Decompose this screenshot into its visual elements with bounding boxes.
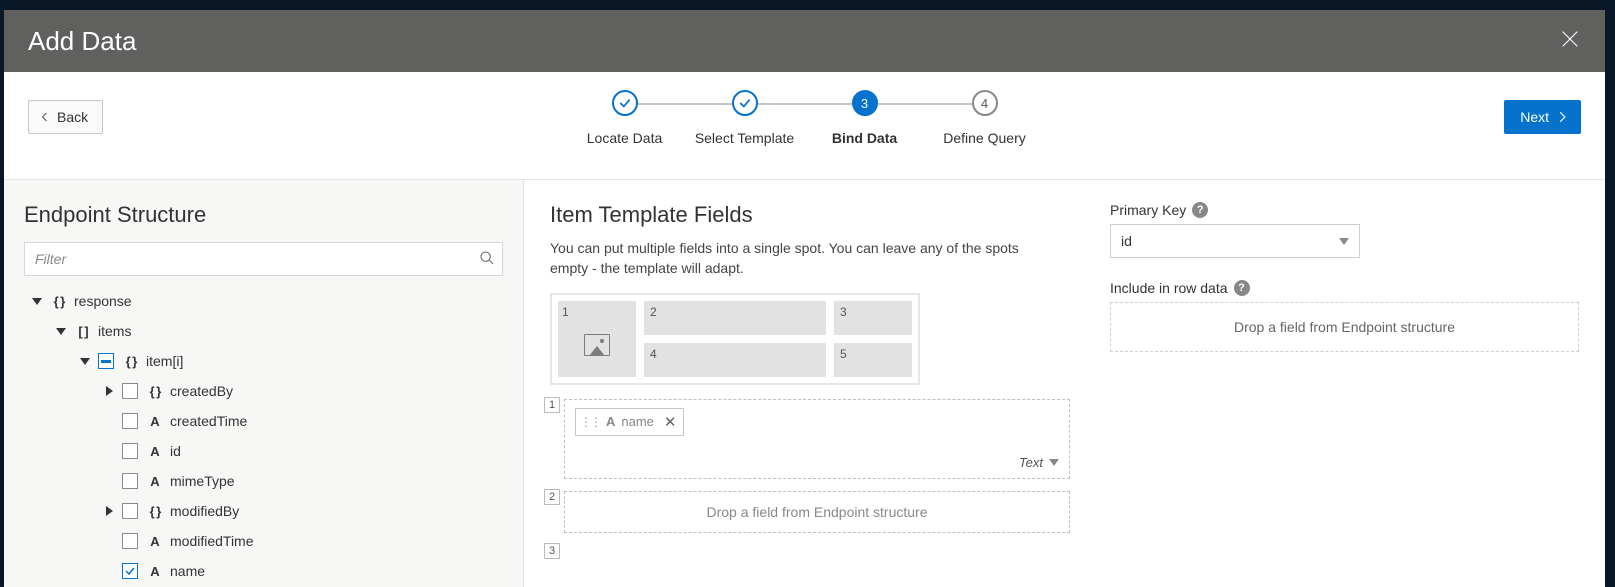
chevron-down-icon — [1339, 236, 1349, 246]
collapse-icon[interactable] — [54, 324, 68, 338]
tree-node-modifiedtime[interactable]: modifiedTime — [24, 526, 503, 556]
primary-key-select[interactable]: id — [1110, 224, 1360, 258]
field-drop-zones: 1 ⋮⋮ A name ✕ Text — [550, 399, 1070, 533]
expand-icon[interactable] — [102, 504, 116, 518]
slot-5[interactable]: 5 — [834, 343, 912, 377]
check-icon — [618, 96, 632, 110]
string-icon — [146, 534, 164, 549]
remove-tag-icon[interactable]: ✕ — [664, 413, 677, 431]
endpoint-tree: response items item[i] creat — [24, 286, 503, 586]
row-data-label: Include in row data ? — [1110, 280, 1579, 296]
field-slot-1: 1 ⋮⋮ A name ✕ Text — [550, 399, 1070, 479]
string-icon — [146, 414, 164, 429]
checkbox[interactable] — [122, 443, 138, 459]
dialog-header: Add Data — [4, 10, 1605, 72]
back-button[interactable]: Back — [28, 100, 103, 134]
template-fields-desc: You can put multiple fields into a singl… — [550, 238, 1030, 279]
check-icon — [738, 96, 752, 110]
tree-node-item[interactable]: item[i] — [24, 346, 503, 376]
endpoint-structure-pane: Endpoint Structure response items — [4, 180, 524, 587]
next-label: Next — [1520, 109, 1549, 125]
array-icon — [74, 324, 92, 339]
filter-input[interactable] — [24, 242, 503, 276]
collapse-icon[interactable] — [78, 354, 92, 368]
checkbox-checked[interactable] — [122, 563, 138, 579]
slot-4[interactable]: 4 — [644, 343, 826, 377]
object-icon — [146, 504, 164, 519]
search-icon[interactable] — [479, 250, 495, 271]
object-icon — [50, 294, 68, 309]
slot-1[interactable]: 1 — [558, 301, 636, 377]
field-slot-2: 2 Drop a field from Endpoint structure — [550, 491, 1070, 533]
tree-node-mimetype[interactable]: mimeType — [24, 466, 503, 496]
endpoint-structure-heading: Endpoint Structure — [24, 202, 503, 228]
wizard-step-locate-data[interactable]: Locate Data — [564, 90, 686, 146]
chevron-left-icon — [39, 111, 51, 123]
template-fields-heading: Item Template Fields — [550, 202, 1070, 228]
string-icon — [146, 444, 164, 459]
checkbox[interactable] — [122, 503, 138, 519]
template-slot-preview: 1 2 3 4 5 — [550, 293, 920, 385]
field-type-select[interactable]: Text — [1019, 437, 1059, 470]
wizard-step-select-template[interactable]: Select Template — [684, 90, 806, 146]
object-icon — [122, 354, 140, 369]
add-data-dialog: Add Data Back Locate Data Select Templat… — [4, 10, 1605, 587]
dialog-title: Add Data — [28, 26, 136, 57]
tree-node-name[interactable]: name — [24, 556, 503, 586]
collapse-icon[interactable] — [30, 294, 44, 308]
wizard-step-bind-data[interactable]: 3 Bind Data — [804, 90, 926, 146]
checkbox[interactable] — [122, 473, 138, 489]
filter-field — [24, 242, 503, 276]
close-icon[interactable] — [1559, 28, 1581, 55]
side-column: Primary Key ? id Include in row data ? D… — [1110, 202, 1579, 565]
wizard-step-define-query[interactable]: 4 Define Query — [924, 90, 1046, 146]
expand-icon[interactable] — [102, 384, 116, 398]
template-main-column: Item Template Fields You can put multipl… — [550, 202, 1070, 565]
slot-3[interactable]: 3 — [834, 301, 912, 335]
tree-node-modifiedby[interactable]: modifiedBy — [24, 496, 503, 526]
checkbox[interactable] — [122, 413, 138, 429]
drop-zone-2[interactable]: Drop a field from Endpoint structure — [564, 491, 1070, 533]
help-icon[interactable]: ? — [1192, 202, 1208, 218]
tree-node-id[interactable]: id — [24, 436, 503, 466]
drop-zone-1[interactable]: ⋮⋮ A name ✕ Text — [564, 399, 1070, 479]
topbar: Back Locate Data Select Template 3 Bind … — [4, 72, 1605, 180]
object-icon — [146, 384, 164, 399]
string-icon — [146, 474, 164, 489]
string-icon — [146, 564, 164, 579]
slot-2[interactable]: 2 — [644, 301, 826, 335]
chevron-right-icon — [1555, 110, 1569, 124]
string-icon: A — [606, 414, 615, 429]
checkbox[interactable] — [122, 533, 138, 549]
field-tag-name[interactable]: ⋮⋮ A name ✕ — [575, 408, 684, 436]
tree-node-items[interactable]: items — [24, 316, 503, 346]
next-button[interactable]: Next — [1504, 100, 1581, 134]
drag-handle-icon[interactable]: ⋮⋮ — [580, 415, 600, 429]
wizard-steps: Locate Data Select Template 3 Bind Data … — [564, 90, 1046, 146]
help-icon[interactable]: ? — [1234, 280, 1250, 296]
tree-node-createdtime[interactable]: createdTime — [24, 406, 503, 436]
tree-node-response[interactable]: response — [24, 286, 503, 316]
chevron-down-icon — [1049, 457, 1059, 467]
checkbox[interactable] — [122, 383, 138, 399]
back-label: Back — [57, 109, 88, 125]
row-data-dropzone[interactable]: Drop a field from Endpoint structure — [1110, 302, 1579, 352]
template-fields-pane: Item Template Fields You can put multipl… — [524, 180, 1605, 587]
checkbox-indeterminate[interactable] — [98, 353, 114, 369]
image-icon — [584, 334, 610, 356]
dialog-body: Endpoint Structure response items — [4, 180, 1605, 587]
primary-key-label: Primary Key ? — [1110, 202, 1579, 218]
tree-node-createdby[interactable]: createdBy — [24, 376, 503, 406]
